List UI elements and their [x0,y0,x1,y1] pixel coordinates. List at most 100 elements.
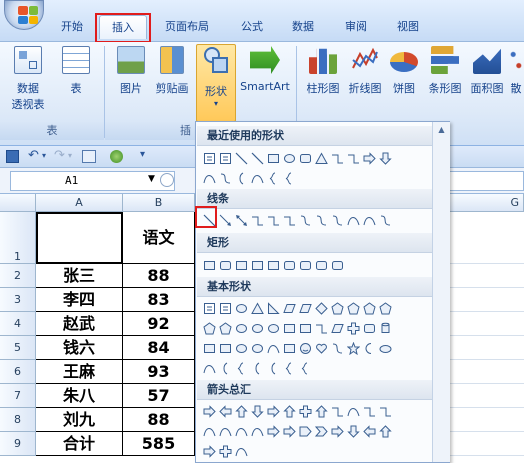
formula-input[interactable] [440,171,524,191]
trapezoid-icon[interactable] [298,301,313,316]
empty-cell[interactable] [450,408,524,432]
lightning-bolt-icon[interactable] [330,341,345,356]
parallelogram-icon[interactable] [282,301,297,316]
score-cell[interactable]: 93 [123,360,195,384]
donut-icon[interactable] [234,341,249,356]
brace-left-icon[interactable] [266,171,281,186]
curved-left-arrow-icon[interactable] [218,424,233,439]
arc-icon[interactable] [250,171,265,186]
shapes-button[interactable]: 形状 ▾ [196,44,236,122]
text-box-shape-icon[interactable] [218,151,233,166]
tab-data[interactable]: 数据 [283,15,323,39]
down-arrow-icon[interactable] [250,404,265,419]
triangle-icon[interactable] [250,301,265,316]
curved-connector-icon[interactable] [298,213,313,228]
pie-chart-button[interactable]: 饼图 [386,46,422,96]
right-arrow-callout-icon[interactable] [330,424,345,439]
row-header[interactable]: 4 [0,312,36,336]
curve-icon[interactable] [346,213,361,228]
elbow-connector-icon[interactable] [346,151,361,166]
empty-cell[interactable] [450,384,524,408]
teardrop-icon[interactable] [266,321,281,336]
chord-icon[interactable] [250,321,265,336]
score-cell[interactable]: 88 [123,264,195,288]
double-bracket-icon[interactable] [218,361,233,376]
tab-view[interactable]: 视图 [388,15,428,39]
triangle-shape-icon[interactable] [314,151,329,166]
can-icon[interactable] [378,321,393,336]
heptagon-icon[interactable] [362,301,377,316]
plaque-icon[interactable] [362,321,377,336]
notched-right-arrow-icon[interactable] [282,424,297,439]
bracket-icon[interactable] [234,171,249,186]
column-header-b[interactable]: B [123,194,195,212]
name-cell[interactable]: 李四 [36,288,123,312]
right-brace-icon[interactable] [298,361,313,376]
circular-arrow-icon[interactable] [234,444,249,459]
round-rectangle-icon[interactable] [298,258,313,273]
bevel-icon[interactable] [218,341,233,356]
pivot-table-button[interactable]: 数据 透视表 [6,46,50,112]
no-symbol-icon[interactable] [250,341,265,356]
pentagon-icon[interactable] [330,301,345,316]
name-cell[interactable]: 朱八 [36,384,123,408]
folded-corner-icon[interactable] [282,341,297,356]
elbow-connector-icon[interactable] [330,151,345,166]
diamond-icon[interactable] [314,301,329,316]
sort-icon[interactable] [82,150,96,163]
office-button[interactable] [4,0,44,30]
subject-header-cell[interactable]: 语文 [123,212,195,264]
left-right-up-arrow-icon[interactable] [314,404,329,419]
empty-cell[interactable] [450,360,524,384]
left-right-arrow-icon[interactable] [266,404,281,419]
active-cell-a1[interactable] [36,212,123,264]
freeform-icon[interactable] [202,171,217,186]
rounded-rectangle-icon[interactable] [218,258,233,273]
empty-cell[interactable] [450,432,524,456]
right-bracket-icon[interactable] [266,361,281,376]
curved-arrow-connector-icon[interactable] [314,213,329,228]
save-icon[interactable] [6,150,19,163]
elbow-connector-icon[interactable] [250,213,265,228]
undo-icon[interactable]: ↶ [28,148,39,163]
up-arrow-icon[interactable] [234,404,249,419]
left-arrow-icon[interactable] [218,404,233,419]
diagonal-stripe-icon[interactable] [330,321,345,336]
name-cell[interactable]: 刘九 [36,408,123,432]
sun-icon[interactable] [346,341,361,356]
left-arrow-callout-icon[interactable] [362,424,377,439]
frame-icon[interactable] [282,321,297,336]
chevron-icon[interactable] [314,424,329,439]
score-cell[interactable]: 88 [123,408,195,432]
curved-double-arrow-connector-icon[interactable] [330,213,345,228]
curved-down-arrow-icon[interactable] [250,424,265,439]
chevron-down-icon[interactable]: ▾ [42,151,46,160]
dodecagon-icon[interactable] [218,321,233,336]
double-arrow-line-icon[interactable] [234,213,249,228]
line-shape-icon[interactable] [234,151,249,166]
cloud-icon[interactable] [378,341,393,356]
bent-arrow-icon[interactable] [330,404,345,419]
chevron-down-icon[interactable]: ▾ [68,151,72,160]
score-cell[interactable]: 57 [123,384,195,408]
round-rectangle-icon[interactable] [314,258,329,273]
row-header[interactable]: 2 [0,264,36,288]
score-cell[interactable]: 585 [123,432,195,456]
line-icon[interactable] [202,213,217,228]
rounded-rectangle-shape-icon[interactable] [298,151,313,166]
rectangle-icon[interactable] [202,258,217,273]
name-cell[interactable]: 王麻 [36,360,123,384]
name-cell[interactable]: 钱六 [36,336,123,360]
empty-cell[interactable] [450,264,524,288]
row-header[interactable]: 5 [0,336,36,360]
quad-arrow-icon[interactable] [298,404,313,419]
score-cell[interactable]: 92 [123,312,195,336]
menu-scrollbar[interactable]: ▲ [432,122,450,462]
line-chart-button[interactable]: 折线图 [344,46,386,96]
snip-rectangle-icon[interactable] [266,258,281,273]
row-header[interactable]: 8 [0,408,36,432]
score-cell[interactable]: 84 [123,336,195,360]
score-cell[interactable]: 83 [123,288,195,312]
curved-up-arrow-icon[interactable] [234,424,249,439]
right-arrow-shape-icon[interactable] [362,151,377,166]
